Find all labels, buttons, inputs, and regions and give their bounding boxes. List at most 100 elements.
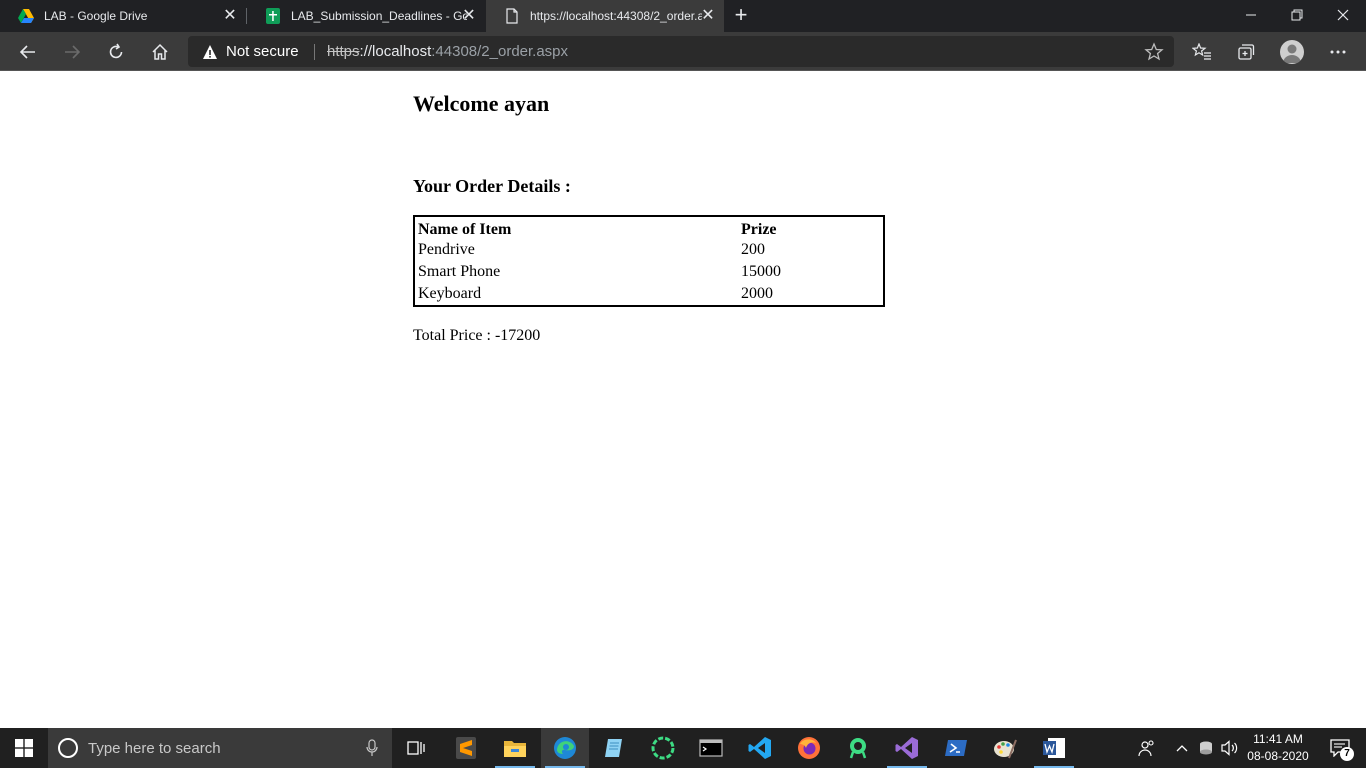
item-name-cell: Keyboard [418,285,482,302]
address-bar[interactable]: Not secure https://localhost:44308/2_ord… [188,36,1174,67]
minimize-icon [1246,14,1256,16]
taskbar-firefox[interactable] [785,728,833,768]
page-icon [506,8,518,24]
back-arrow-icon [19,45,35,59]
order-details-heading: Your Order Details : [413,176,571,196]
profile-icon [1283,44,1301,63]
edge-icon [554,737,576,759]
settings-menu-button[interactable] [1326,40,1350,64]
home-button[interactable] [148,40,172,64]
taskbar-powershell[interactable] [932,728,980,768]
people-icon [1138,740,1154,757]
word-icon [1043,738,1065,758]
show-hidden-icons-button[interactable] [1172,728,1192,768]
refresh-button[interactable] [104,40,128,64]
volume-tray-button[interactable] [1219,728,1241,768]
vscode-icon [748,737,771,759]
windows-logo-icon [15,739,33,757]
taskbar-notepad[interactable] [590,728,638,768]
profile-avatar[interactable] [1280,40,1304,64]
minimize-button[interactable] [1228,0,1274,30]
item-name-cell: Smart Phone [418,263,501,280]
warning-icon [203,45,217,59]
tab-submission-deadlines[interactable]: LAB_Submission_Deadlines - Goo ✕ [247,0,485,32]
action-center-button[interactable]: 7 [1322,728,1358,768]
tab-order-page[interactable]: https://localhost:44308/2_order.a ✕ [486,0,724,32]
home-icon [152,43,168,60]
taskbar-search-box[interactable]: Type here to search [48,728,392,768]
tab-google-drive[interactable]: LAB - Google Drive ✕ [0,0,246,32]
new-tab-button[interactable]: + [730,4,752,26]
android-studio-icon [651,736,675,760]
taskbar-visual-studio[interactable] [883,728,931,768]
refresh-icon [109,43,123,59]
taskbar-terminal[interactable] [687,728,735,768]
url-text[interactable]: https://localhost:44308/2_order.aspx [327,43,568,60]
table-header-row: Name of Item Prize [415,217,883,239]
network-tray-button[interactable] [1196,728,1216,768]
cortana-icon [58,738,78,758]
security-status[interactable]: Not secure [226,43,299,60]
powershell-icon [945,740,967,756]
item-prize-cell: 200 [741,241,765,258]
close-icon[interactable]: ✕ [222,8,238,24]
task-view-icon [407,741,425,755]
taskbar-word[interactable] [1030,728,1078,768]
taskbar-android-app[interactable] [834,728,882,768]
terminal-icon [699,739,723,757]
start-button[interactable] [0,728,48,768]
notepad-icon [605,739,622,757]
tab-title: https://localhost:44308/2_order.a [530,9,702,23]
more-options-icon [1330,50,1346,54]
welcome-heading: Welcome ayan [413,91,550,116]
favorite-star-icon[interactable] [1144,42,1164,62]
system-clock[interactable]: 11:41 AM 08-08-2020 [1240,731,1316,765]
close-icon[interactable]: ✕ [461,8,477,24]
back-button[interactable] [16,40,40,64]
people-button[interactable] [1134,728,1160,768]
network-icon [1200,741,1212,755]
forward-button[interactable] [60,40,84,64]
url-host: ://localhost [359,43,432,60]
total-price-text: Total Price : -17200 [413,327,541,344]
order-table: Name of Item Prize Pendrive 200 Smart Ph… [413,215,885,307]
android-icon [849,738,867,759]
windows-taskbar: Type here to search 11:41 AM 08-08-2020 … [0,728,1366,768]
notification-count-badge: 7 [1340,747,1354,761]
url-path: :44308/2_order.aspx [431,43,569,60]
paint-icon [994,739,1017,759]
table-row: Pendrive 200 [415,239,883,261]
taskbar-paint[interactable] [981,728,1029,768]
address-divider [314,44,315,60]
task-view-button[interactable] [392,728,440,768]
search-placeholder: Type here to search [88,740,221,757]
column-header-item: Name of Item [418,220,512,238]
item-name-cell: Pendrive [418,241,475,258]
tab-title: LAB - Google Drive [44,9,148,23]
item-prize-cell: 15000 [741,263,781,280]
clock-date: 08-08-2020 [1247,749,1309,763]
table-row: Keyboard 2000 [415,283,883,305]
browser-tab-strip: LAB - Google Drive ✕ LAB_Submission_Dead… [0,0,1366,32]
close-window-button[interactable] [1320,0,1366,30]
taskbar-file-explorer[interactable] [491,728,539,768]
firefox-icon [798,737,820,759]
browser-toolbar: Not secure https://localhost:44308/2_ord… [0,32,1366,71]
close-icon[interactable]: ✕ [700,8,716,24]
google-drive-icon [18,9,34,23]
restore-icon [1291,9,1303,21]
speaker-icon [1221,740,1238,756]
taskbar-sublime-text[interactable] [442,728,490,768]
taskbar-vscode[interactable] [736,728,784,768]
favorites-button[interactable] [1190,40,1214,64]
restore-button[interactable] [1274,0,1320,30]
collections-button[interactable] [1234,40,1258,64]
taskbar-edge[interactable] [541,728,589,768]
chevron-up-icon [1176,745,1188,752]
page-content: Welcome ayan Your Order Details : Name o… [0,71,1366,728]
column-header-prize: Prize [741,220,777,238]
microphone-icon[interactable] [366,739,378,757]
google-sheets-icon [266,8,280,24]
taskbar-android-studio[interactable] [639,728,687,768]
clock-time: 11:41 AM [1253,732,1303,746]
